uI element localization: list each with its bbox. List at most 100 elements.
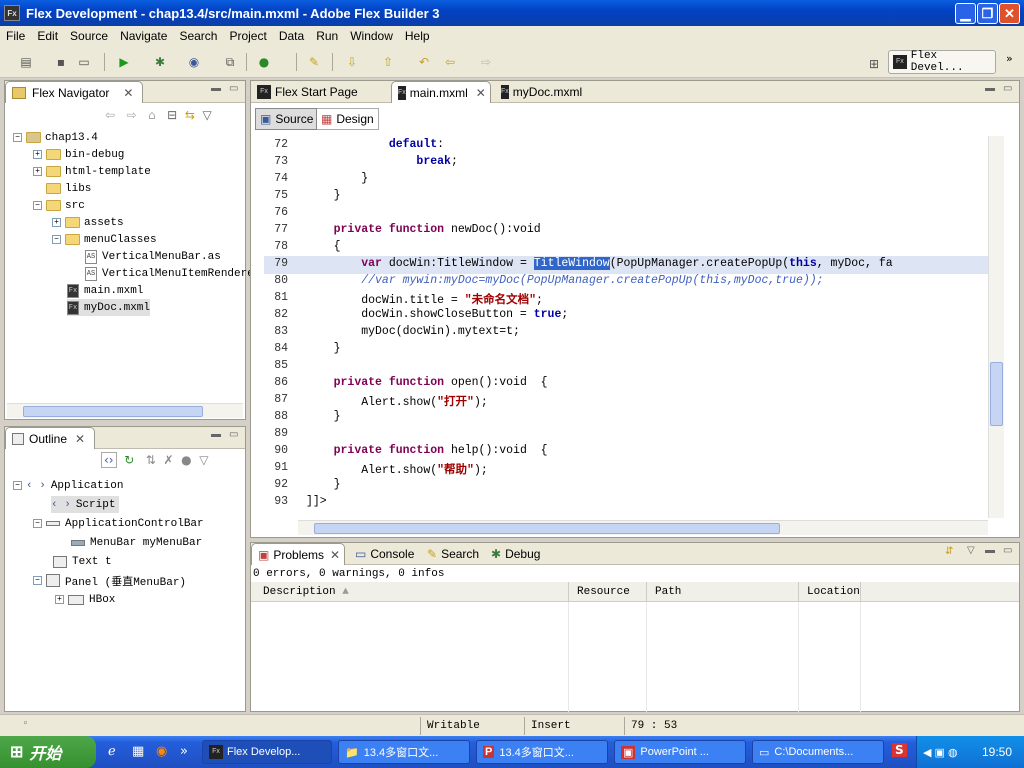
minimize-editor-icon[interactable]: ▬ <box>985 83 995 94</box>
code-line[interactable]: Alert.show("帮助"); <box>306 461 488 477</box>
tree-item-folder[interactable]: + html-template <box>33 163 151 180</box>
nav-up-icon[interactable]: ⌂ <box>148 108 156 122</box>
new-icon[interactable]: ▤ <box>18 54 34 70</box>
code-line[interactable]: var docWin:TitleWindow = TitleWindow(Pop… <box>306 257 893 270</box>
tree-item-file[interactable]: AS VerticalMenuBar.as <box>85 248 221 265</box>
export-icon[interactable]: ⧉ <box>222 54 238 70</box>
navigator-hscrollbar[interactable] <box>7 403 243 418</box>
tab-search[interactable]: ✎ Search <box>421 543 483 565</box>
design-mode-button[interactable]: ▦ Design <box>317 108 379 130</box>
outline-item[interactable]: MenuBar myMenuBar <box>71 534 202 551</box>
col-description[interactable]: Description ▲ <box>251 582 569 602</box>
view-menu-icon[interactable]: ▽ <box>199 453 208 467</box>
show-mxml-icon[interactable]: ‹› <box>101 452 117 468</box>
sort-icon[interactable]: ⇅ <box>146 453 156 467</box>
minimize-view-icon[interactable]: ▬ <box>211 429 221 440</box>
tree-item-folder[interactable]: + bin-debug <box>33 146 124 163</box>
tree-item-file-selected[interactable]: Fx myDoc.mxml <box>67 299 151 316</box>
tree-item-file[interactable]: Fx main.mxml <box>67 282 143 299</box>
minimize-view-icon[interactable]: ▬ <box>211 83 221 94</box>
maximize-view-icon[interactable]: ▭ <box>229 429 238 440</box>
tab-flex-start-page[interactable]: Fx Flex Start Page <box>251 81 389 103</box>
code-line[interactable]: } <box>306 410 341 423</box>
maximize-view-icon[interactable]: ▭ <box>1003 545 1012 556</box>
close-icon[interactable]: ✕ <box>75 432 85 446</box>
menu-file[interactable]: File <box>0 29 31 43</box>
external-tools-icon[interactable]: ● <box>256 54 272 70</box>
forward-icon[interactable]: ⇨ <box>478 54 494 70</box>
next-annotation-icon[interactable]: ⇩ <box>344 54 360 70</box>
code-line[interactable]: private function newDoc():void <box>306 223 541 236</box>
editor-hscrollbar[interactable] <box>298 520 988 535</box>
menu-search[interactable]: Search <box>173 29 223 43</box>
nav-back-icon[interactable]: ⇦ <box>105 108 115 122</box>
menu-source[interactable]: Source <box>64 29 114 43</box>
col-location[interactable]: Location <box>799 582 861 602</box>
source-mode-button[interactable]: ▣ Source <box>255 108 317 130</box>
input-method-icon[interactable]: S <box>892 743 907 757</box>
debug-icon[interactable]: ✱ <box>152 54 168 70</box>
link-with-editor-icon[interactable]: ⇆ <box>185 108 195 122</box>
outline-item[interactable]: Text t <box>53 553 112 570</box>
tab-console[interactable]: ▭ Console <box>349 543 419 565</box>
scroll-thumb[interactable] <box>990 362 1003 426</box>
outline-item[interactable]: − ‹ › Application <box>13 477 123 494</box>
restore-button[interactable]: ❐ <box>977 3 998 24</box>
menu-window[interactable]: Window <box>344 29 399 43</box>
fast-view-icon[interactable]: ▫ <box>22 718 29 730</box>
outline-item[interactable]: + HBox <box>55 591 115 608</box>
window-titlebar[interactable]: Fx Flex Development - chap13.4/src/main.… <box>0 0 1024 26</box>
code-line[interactable]: } <box>306 342 341 355</box>
outline-item[interactable]: − Panel (垂直MenuBar) <box>33 572 186 589</box>
code-line[interactable]: break; <box>306 155 457 168</box>
quicklaunch-more-icon[interactable]: » <box>180 744 188 759</box>
code-line[interactable]: } <box>306 172 368 185</box>
tab-mydoc-mxml[interactable]: Fx myDoc.mxml <box>495 81 585 103</box>
scroll-thumb[interactable] <box>314 523 780 534</box>
quicklaunch-ie-icon[interactable]: ℯ <box>108 744 116 759</box>
tab-outline[interactable]: Outline ✕ <box>5 427 95 449</box>
close-icon[interactable]: ✕ <box>330 548 340 562</box>
code-line[interactable]: docWin.title = "未命名文档"; <box>306 291 543 307</box>
menu-navigate[interactable]: Navigate <box>114 29 173 43</box>
quicklaunch-firefox-icon[interactable]: ◉ <box>156 744 167 759</box>
collapse-all-icon[interactable]: ⊟ <box>167 108 177 122</box>
tree-item-folder[interactable]: − menuClasses <box>52 231 157 248</box>
code-line[interactable]: myDoc(docWin).mytext=t; <box>306 325 520 338</box>
menu-project[interactable]: Project <box>223 29 272 43</box>
hide-fields-icon[interactable]: ✗ <box>163 453 173 467</box>
taskbar-item[interactable]: Fx Flex Develop... <box>202 740 332 764</box>
open-perspective-icon[interactable]: ⊞ <box>866 56 882 72</box>
col-path[interactable]: Path <box>647 582 799 602</box>
code-line[interactable]: { <box>306 240 341 253</box>
profile-icon[interactable]: ◉ <box>186 54 202 70</box>
tab-flex-navigator[interactable]: Flex Navigator ✕ <box>5 81 143 103</box>
taskbar-item[interactable]: 📁 13.4多窗口文... <box>338 740 470 764</box>
minimize-button[interactable]: ▁ <box>955 3 976 24</box>
close-button[interactable]: ✕ <box>999 3 1020 24</box>
tree-item-project[interactable]: − chap13.4 <box>13 129 98 146</box>
close-icon[interactable]: ✕ <box>123 86 133 100</box>
code-line[interactable]: } <box>306 478 341 491</box>
prev-annotation-icon[interactable]: ⇧ <box>380 54 396 70</box>
code-line[interactable]: default: <box>306 138 444 151</box>
tab-debug[interactable]: ✱ Debug <box>485 543 545 565</box>
start-button[interactable]: ⊞ 开始 <box>0 736 96 768</box>
code-line[interactable]: //var mywin:myDoc=myDoc(PopUpManager.cre… <box>306 274 823 287</box>
brush-icon[interactable]: ✎ <box>306 54 322 70</box>
maximize-editor-icon[interactable]: ▭ <box>1003 83 1012 94</box>
tab-problems[interactable]: ▣ Problems ✕ <box>251 543 345 565</box>
quicklaunch-desktop-icon[interactable]: ▦ <box>132 744 144 759</box>
code-line[interactable]: } <box>306 189 341 202</box>
tray-icons[interactable]: ◀ ▣ ◍ <box>923 746 958 759</box>
taskbar-item[interactable]: P 13.4多窗口文... <box>476 740 608 764</box>
editor-vscrollbar[interactable] <box>988 136 1004 518</box>
menu-help[interactable]: Help <box>399 29 436 43</box>
maximize-view-icon[interactable]: ▭ <box>229 83 238 94</box>
perspective-switcher[interactable]: Fx Flex Devel... <box>888 50 996 74</box>
col-resource[interactable]: Resource <box>569 582 647 602</box>
tree-item-folder[interactable]: + assets <box>52 214 124 231</box>
tab-main-mxml[interactable]: Fx main.mxml ✕ <box>391 81 491 103</box>
menu-data[interactable]: Data <box>273 29 310 43</box>
tree-item-folder[interactable]: libs <box>46 180 91 197</box>
